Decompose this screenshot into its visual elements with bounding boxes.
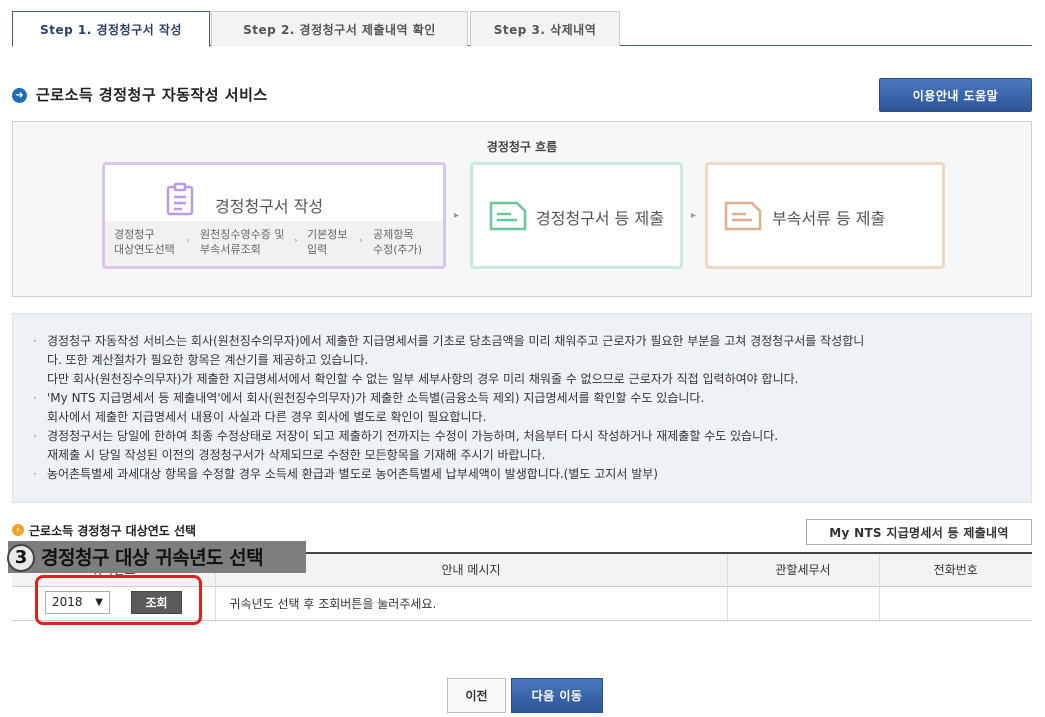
message-cell: 귀속년도 선택 후 조회버튼을 눌러주세요. <box>214 586 727 621</box>
tax-office-cell <box>726 586 879 621</box>
column-header: 전화번호 <box>878 552 1032 587</box>
tab-step2[interactable]: Step 2. 경정청구서 제출내역 확인 <box>211 11 468 46</box>
info-line: · 경정청구서는 당일에 한하여 최종 수정상태로 저장이 되고 제출하기 전까지… <box>33 429 779 443</box>
step-tabs: Step 1. 경정청구서 작성 Step 2. 경정청구서 제출내역 확인 S… <box>12 10 1032 47</box>
info-line: 다만 회사(원천징수의무자)가 제출한 지급명세서에서 확인할 수 없는 일부 … <box>47 372 799 386</box>
flow-card-submit-label: 경정청구서 등 제출 <box>536 209 664 228</box>
chevron-right-icon: ▸ <box>454 210 460 221</box>
substep-select-year: 경정청구 대상연도선택 <box>114 228 175 256</box>
flow-card-write: 경정청구서 작성 경정청구 대상연도선택 › 원천징수영수증 및 부속서류조회 › … <box>102 162 446 269</box>
arrow-bullet-icon: › <box>12 524 24 536</box>
page-title: 근로소득 경정청구 자동작성 서비스 <box>36 86 268 104</box>
document-icon <box>724 201 762 234</box>
chevron-right-icon: ▸ <box>691 210 697 221</box>
phone-cell <box>878 586 1032 621</box>
annotation-highlight-box <box>35 575 202 625</box>
help-button[interactable]: 이용안내 도움말 <box>879 78 1032 112</box>
flow-title: 경정청구 흐름 <box>486 140 558 154</box>
prev-button[interactable]: 이전 <box>447 678 506 713</box>
flow-panel: 경정청구 흐름 경정청구서 작성 경정청구 대상연도선택 › 원천징수영수증 및부… <box>12 121 1032 297</box>
info-line: 회사에서 제출한 지급명세서 내용이 사실과 다른 경우 회사에 별도로 확인이… <box>47 410 487 424</box>
chevron-right-icon: › <box>294 236 298 246</box>
substep-deductions: 공제항목 수정(추가) <box>373 228 423 256</box>
flow-card-attachments-label: 부속서류 등 제출 <box>772 209 886 228</box>
clipboard-icon <box>165 182 195 219</box>
info-line: · 경정청구 자동작성 서비스는 회사(원천징수의무자)에서 제출한 지급명세서를… <box>33 334 865 348</box>
flow-card-write-label: 경정청구서 작성 <box>215 197 324 216</box>
tab-step1[interactable]: Step 1. 경정청구서 작성 <box>12 11 210 47</box>
info-line: · 농어촌특별세 과세대상 항목을 수정할 경우 소득세 환급과 별도로 농어촌특… <box>33 467 658 481</box>
annotation-text: 경정청구 대상 귀속년도 선택 <box>41 547 264 569</box>
chevron-right-icon: › <box>186 236 190 246</box>
info-line: 다. 또한 계산절차가 필요한 항목은 계산기를 제공하고 있습니다. <box>47 353 369 367</box>
section-title: 근로소득 경정청구 대상연도 선택 <box>29 524 197 538</box>
substep-basic-info: 기본정보 입력 <box>307 228 348 256</box>
column-header: 관할세무서 <box>726 552 879 587</box>
flow-substeps: 경정청구 대상연도선택 › 원천징수영수증 및 부속서류조회 › 기본정보 입력 › … <box>105 221 443 266</box>
info-box: · 경정청구 자동작성 서비스는 회사(원천징수의무자)에서 제출한 지급명세서를… <box>12 313 1032 503</box>
substep-lookup-docs: 원천징수영수증 및 부속서류조회 <box>200 228 285 256</box>
next-button[interactable]: 다음 이동 <box>511 678 603 713</box>
flow-card-attachments: 부속서류 등 제출 <box>705 162 945 269</box>
document-icon <box>489 201 527 234</box>
info-line: 재제출 시 당일 작성된 이전의 경정청구서가 삭제되므로 수정한 모든항목을 … <box>47 448 546 462</box>
title-row: ➜ 근로소득 경정청구 자동작성 서비스 이용안내 도움말 <box>12 78 1032 114</box>
mynts-history-button[interactable]: My NTS 지급명세서 등 제출내역 <box>806 519 1032 545</box>
info-line: · 'My NTS 지급명세서 등 제출내역'에서 회사(원천징수의무자)가 제출… <box>33 391 705 405</box>
chevron-right-icon: › <box>359 236 363 246</box>
flow-card-submit: 경정청구서 등 제출 <box>470 162 683 269</box>
annotation-number: 3 <box>7 544 35 572</box>
tab-step3[interactable]: Step 3. 삭제내역 <box>470 11 620 46</box>
arrow-bullet-icon: ➜ <box>12 88 27 103</box>
